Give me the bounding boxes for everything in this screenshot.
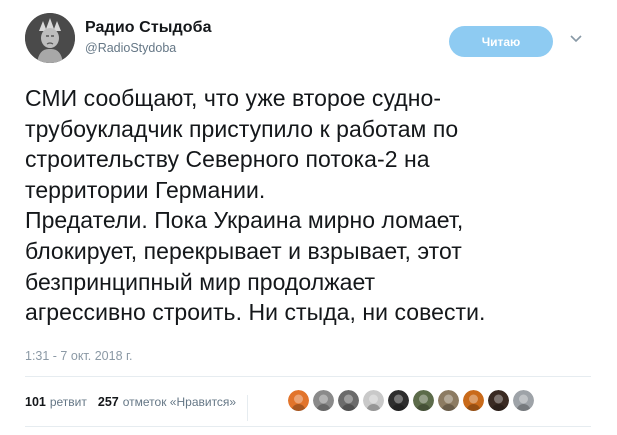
chevron-down-icon [570,35,582,43]
author-handle[interactable]: @RadioStydoba [85,41,212,55]
orange-avatar[interactable] [463,390,484,411]
tweet-card: Радио Стыдоба @RadioStydoba Читаю СМИ со… [0,0,617,435]
statue-of-liberty-icon [25,13,75,63]
tweet-line: агрессивно строить. Ни стыда, ни совести… [25,299,486,326]
grey-man-avatar[interactable] [513,390,534,411]
tweet-line: территории Германии. [25,176,266,203]
divider [25,376,591,377]
tweet-text: СМИ сообщают, что уже второе судно- труб… [25,83,605,328]
retweets-label[interactable]: ретвит [50,395,87,409]
bearded-man-avatar[interactable] [363,390,384,411]
tweet-line: безпринципный мир продолжает [25,268,376,295]
stats-separator [247,395,249,421]
follow-button[interactable]: Читаю [449,26,553,57]
tweet-line: блокирует, перекрывает и взрывает, этот [25,237,462,264]
divider [25,426,591,427]
author-block: Радио Стыдоба @RadioStydoba [85,19,212,55]
tweet-line: строительству Северного потока-2 на [25,146,430,173]
portrait-avatar[interactable] [438,390,459,411]
tweet-stats: 101 ретвит 257 отметок «Нравится» [25,395,249,421]
liker-avatars [288,390,538,411]
dark-avatar[interactable] [488,390,509,411]
likes-count[interactable]: 257 [98,395,119,409]
retweets-count[interactable]: 101 [25,395,46,409]
face-avatar[interactable] [313,390,334,411]
tweet-line: трубоукладчик приступило к работам по [25,115,459,142]
raccoon-avatar[interactable] [338,390,359,411]
tweet-timestamp[interactable]: 1:31 - 7 окт. 2018 г. [25,349,133,363]
tweet-line: СМИ сообщают, что уже второе судно- [25,85,442,111]
more-options-button[interactable] [567,30,585,48]
cat-avatar[interactable] [413,390,434,411]
author-avatar[interactable] [25,13,75,63]
tweet-line: Предатели. Пока Украина мирно ломает, [25,207,464,234]
fox-avatar[interactable] [288,390,309,411]
author-name[interactable]: Радио Стыдоба [85,19,212,37]
coat-of-arms-avatar[interactable] [388,390,409,411]
likes-label[interactable]: отметок «Нравится» [123,395,236,409]
